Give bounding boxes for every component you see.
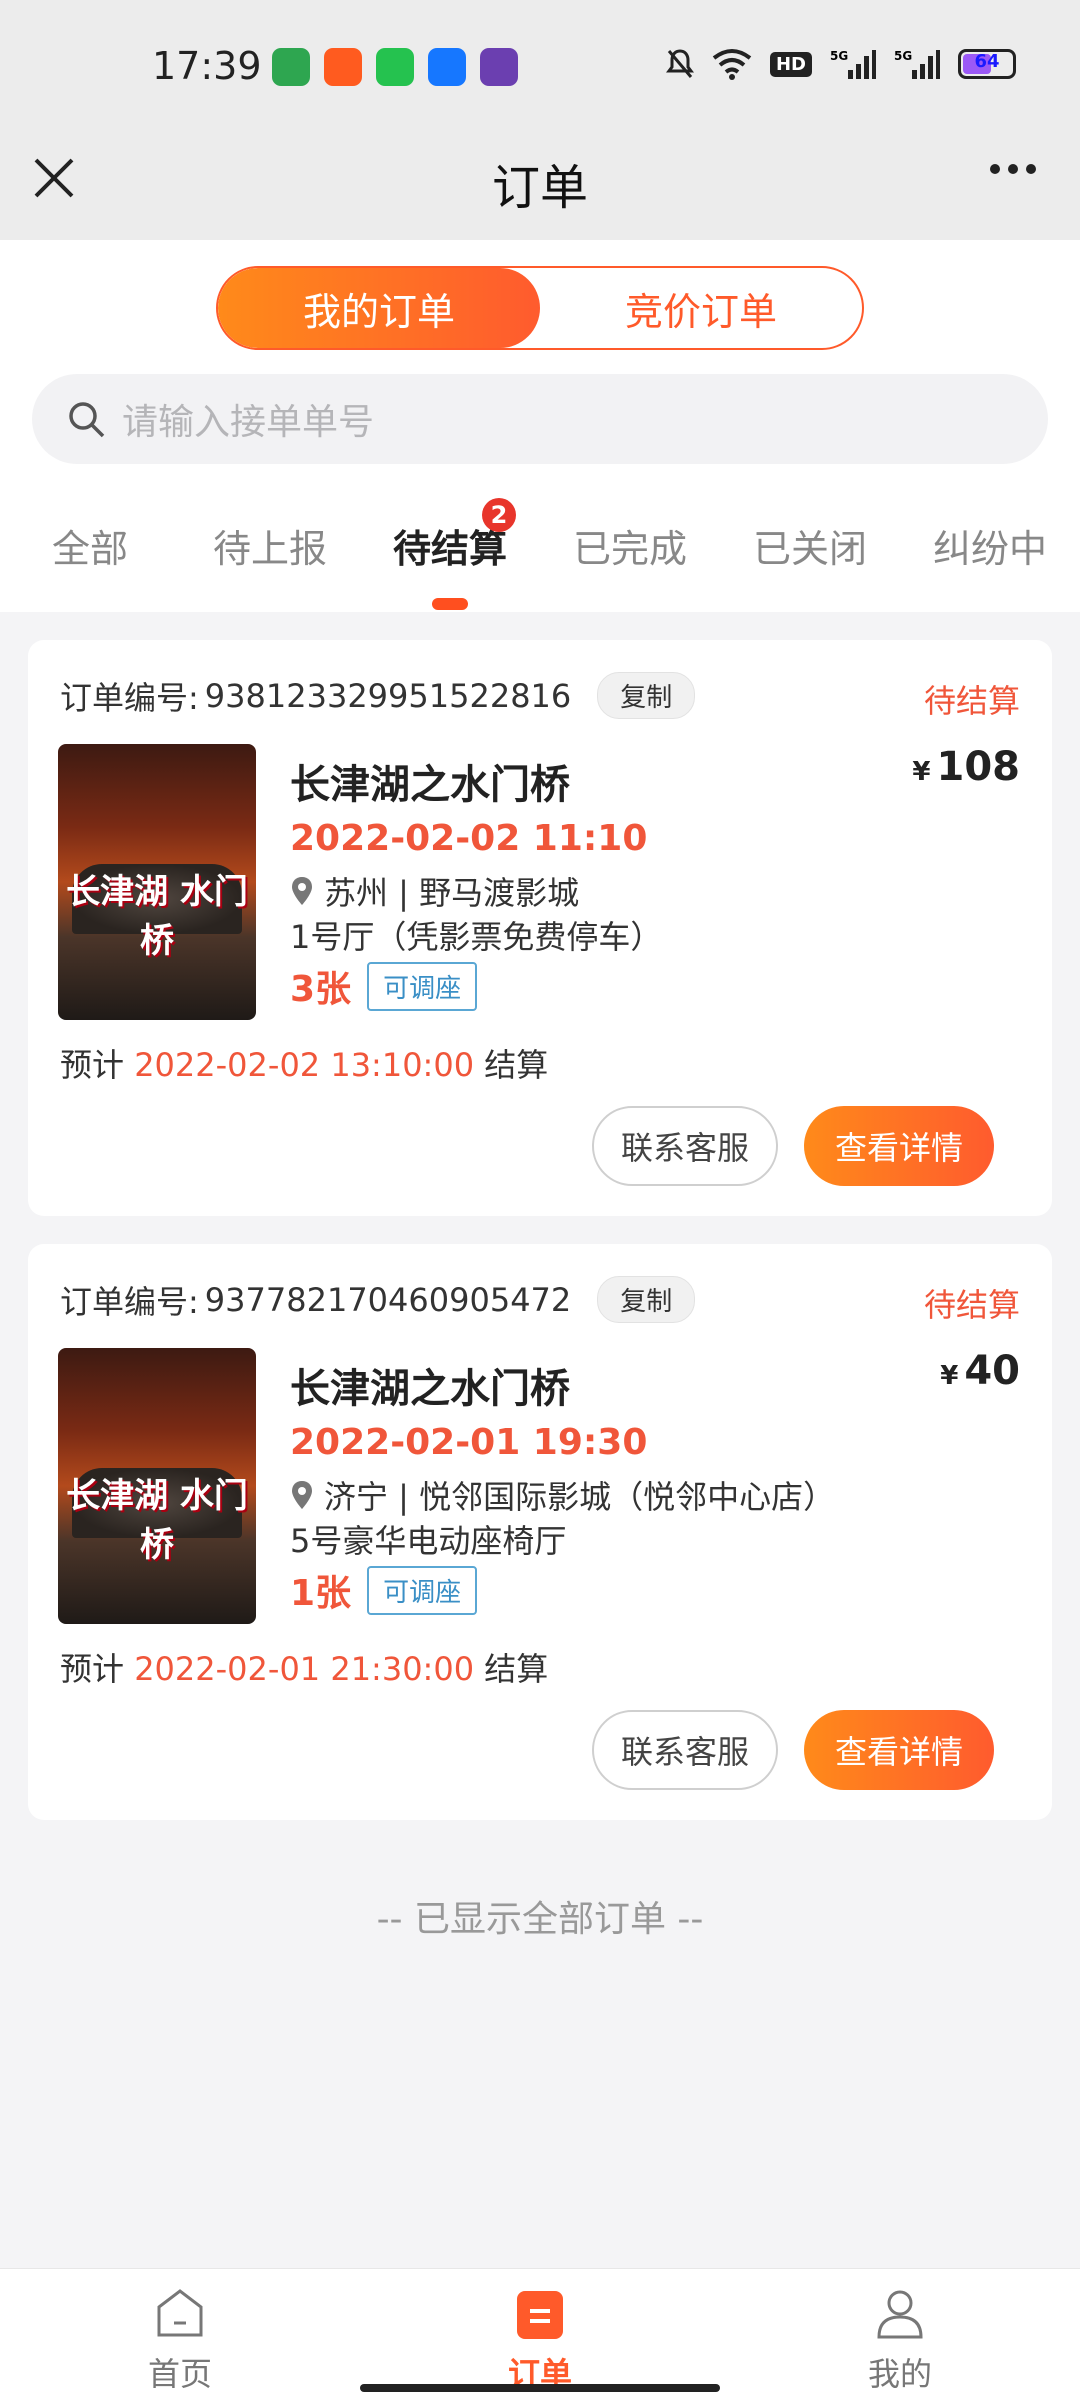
tabbar-home[interactable]: 首页 [0,2269,360,2401]
cinema-location: 济宁 | 悦邻国际影城（悦邻中心店） [290,1472,835,1518]
order-number: 938123329951522816 [204,676,572,715]
tab-pending-report[interactable]: 待上报 [180,508,360,608]
location-pin-icon [292,877,312,905]
header-area: 我的订单 竞价订单 请输入接单单号 全部 待上报 待结算 2 已完成 已关闭 纠… [0,240,1080,612]
search-bar[interactable]: 请输入接单单号 [32,374,1048,464]
view-details-button[interactable]: 查看详情 [804,1710,994,1790]
ticket-count: 1张 [290,1573,352,1614]
location-pin-icon [292,1481,312,1509]
tabbar-home-label: 首页 [147,2355,212,2393]
tabbar-orders[interactable]: 订单 [360,2269,720,2401]
contact-service-button[interactable]: 联系客服 [592,1710,778,1790]
settlement-time: 2022-02-01 21:30:00 [134,1650,475,1688]
home-indicator [360,2384,720,2392]
tab-all[interactable]: 全部 [0,508,180,608]
wifi-icon [712,49,752,80]
home-icon [157,2289,203,2337]
status-app-icons [272,48,518,86]
settlement-estimate: 预计 2022-02-02 13:10:00 结算 [60,1046,549,1084]
bottom-tab-bar: 首页 订单 我的 [0,2268,1080,2401]
order-icon [517,2291,563,2339]
order-price: ¥108 [912,744,1020,790]
ticket-info: 3张 可调座 [290,960,478,1012]
cinema-location: 苏州 | 野马渡影城 [290,868,579,914]
nav-bar: 订单 [0,140,1080,240]
tabbar-profile-label: 我的 [867,2355,932,2393]
kuaishou-app-icon [324,48,362,86]
cinema-hall: 5号豪华电动座椅厅 [290,1522,567,1560]
order-card[interactable]: 订单编号: 937782170460905472 复制 待结算 长津湖 水门桥 … [28,1244,1052,1820]
copy-button[interactable]: 复制 [597,672,696,719]
video-app-icon [272,48,310,86]
movie-title: 长津湖之水门桥 [290,1366,570,1412]
battery-icon: 64 [958,49,1016,79]
movie-poster: 长津湖 水门桥 [58,744,256,1020]
order-status: 待结算 [923,1286,1020,1324]
order-card[interactable]: 订单编号: 938123329951522816 复制 待结算 长津湖 水门桥 … [28,640,1052,1216]
tab-indicator [432,598,468,610]
order-number: 937782170460905472 [204,1280,572,1319]
order-price: ¥40 [940,1348,1020,1394]
showtime: 2022-02-02 11:10 [290,818,648,859]
status-bar: 17:39 HD 5G 5G 64 [0,0,1080,140]
poster-title: 长津湖 水门桥 [66,1476,248,1565]
movie-poster: 长津湖 水门桥 [58,1348,256,1624]
search-input[interactable]: 请输入接单单号 [122,393,374,445]
order-number-label: 订单编号: [60,1282,199,1321]
hd-badge: HD [769,51,812,77]
settlement-estimate: 预计 2022-02-01 21:30:00 结算 [60,1650,549,1688]
order-status: 待结算 [923,682,1020,720]
poster-title: 长津湖 水门桥 [66,872,248,961]
contact-service-button[interactable]: 联系客服 [592,1106,778,1186]
search-icon [69,402,105,438]
view-details-button[interactable]: 查看详情 [804,1106,994,1186]
ticket-info: 1张 可调座 [290,1564,478,1616]
status-tabs: 全部 待上报 待结算 2 已完成 已关闭 纠纷中 [0,498,1080,610]
status-indicators: HD 5G 5G 64 [665,48,1016,80]
alipay-app-icon [428,48,466,86]
status-time: 17:39 [152,44,262,88]
tab-pending-settlement[interactable]: 待结算 2 [360,498,540,610]
svg-text:5G: 5G [830,49,848,63]
seat-adjustable-tag: 可调座 [367,1565,478,1615]
tab-pending-settlement-label: 待结算 [392,527,507,571]
tabbar-profile[interactable]: 我的 [720,2269,1080,2401]
tab-closed[interactable]: 已关闭 [720,508,900,608]
copy-button[interactable]: 复制 [597,1276,696,1323]
seat-adjustable-tag: 可调座 [367,961,478,1011]
segment-bid-orders[interactable]: 竞价订单 [540,268,862,348]
battery-level: 64 [974,51,1000,72]
movie-title: 长津湖之水门桥 [290,762,570,808]
order-segment-control: 我的订单 竞价订单 [216,266,864,350]
count-badge: 2 [482,498,516,532]
iqiyi-app-icon [376,48,414,86]
signal-5g-icon: 5G [830,49,876,79]
profile-icon [877,2290,923,2339]
signal-5g-icon-2: 5G [894,49,940,79]
ticket-count: 3张 [290,969,352,1010]
tab-completed[interactable]: 已完成 [540,508,720,608]
settlement-time: 2022-02-02 13:10:00 [134,1046,475,1084]
page-title: 订单 [491,160,588,216]
mute-bell-icon [665,49,694,78]
order-number-label: 订单编号: [60,678,199,717]
segment-my-orders[interactable]: 我的订单 [218,268,540,348]
order-id-row: 订单编号: 938123329951522816 复制 [60,672,696,719]
more-icon[interactable] [990,164,1036,174]
order-id-row: 订单编号: 937782170460905472 复制 [60,1276,696,1323]
showtime: 2022-02-01 19:30 [290,1422,648,1463]
tab-disputed[interactable]: 纠纷中 [900,508,1080,608]
purple-app-icon [480,48,518,86]
svg-text:5G: 5G [894,49,912,63]
cinema-hall: 1号厅（凭影票免费停车） [290,918,663,956]
end-of-list-note: -- 已显示全部订单 -- [376,1899,704,1940]
